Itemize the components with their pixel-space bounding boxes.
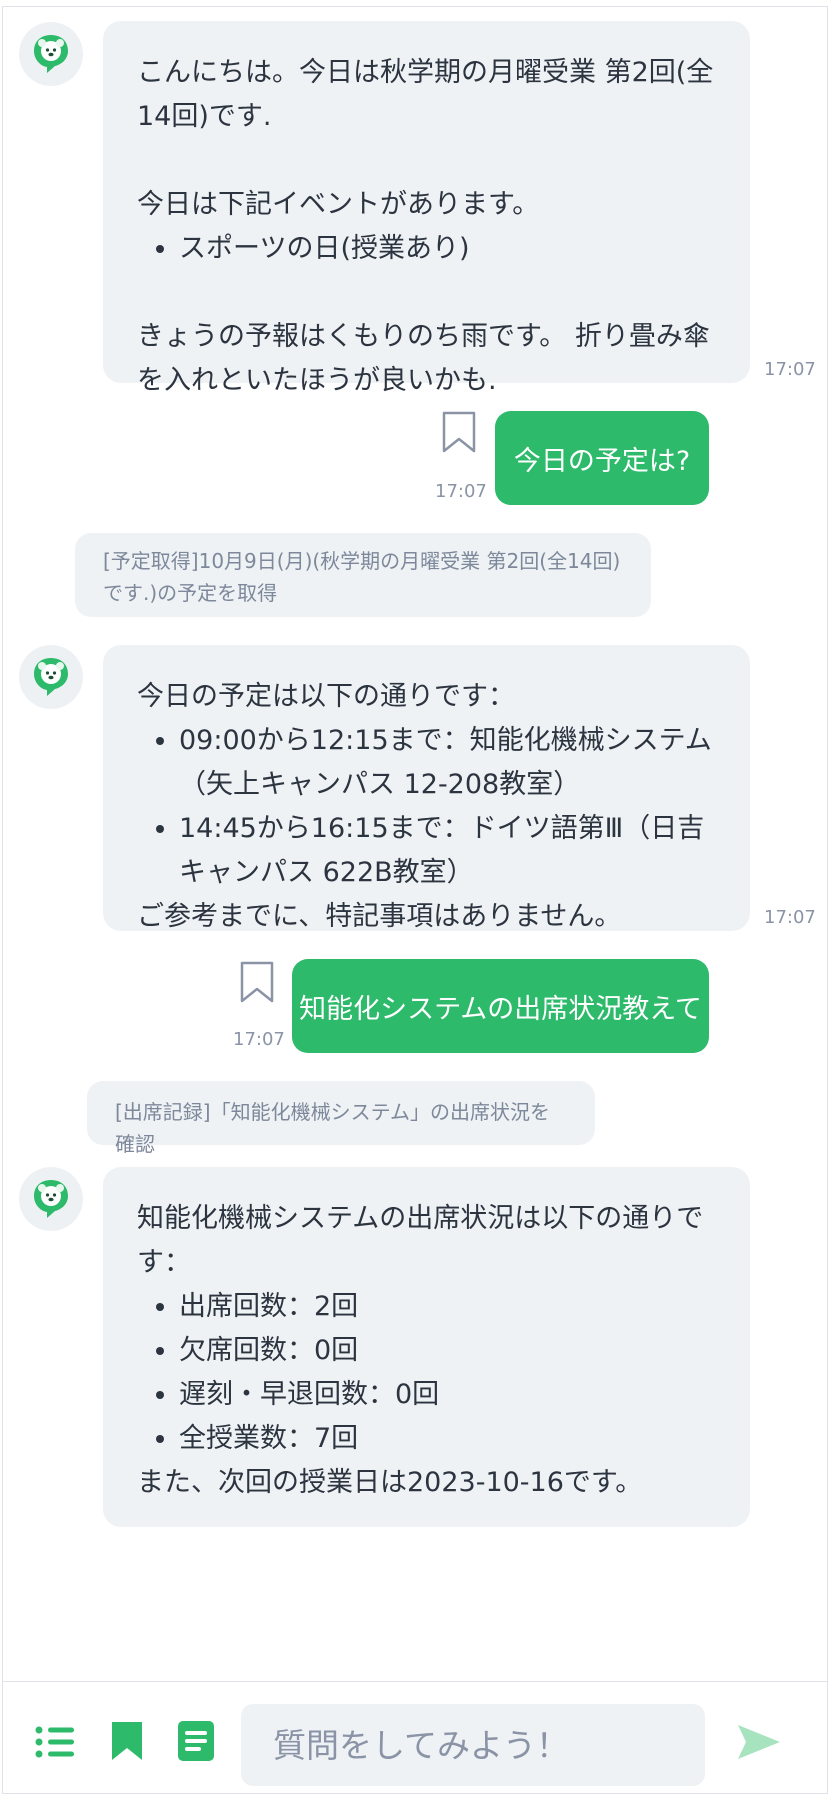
user-message: 今日の予定は? bbox=[495, 411, 709, 505]
list-item: 14:45から16:15まで：ドイツ語第Ⅲ（日吉キャンパス 622B教室） bbox=[179, 807, 716, 895]
list-item: 全授業数：7回 bbox=[179, 1417, 716, 1461]
chat-screen: こんにちは。今日は秋学期の月曜受業 第2回(全14回)です. 今日は下記イベント… bbox=[2, 6, 828, 1794]
bot-message: 今日の予定は以下の通りです： 09:00から12:15まで：知能化機械システム（… bbox=[103, 645, 750, 932]
list-item: 欠席回数：0回 bbox=[179, 1329, 716, 1373]
bot-message: こんにちは。今日は秋学期の月曜受業 第2回(全14回)です. 今日は下記イベント… bbox=[103, 21, 750, 396]
question-input[interactable] bbox=[241, 1704, 705, 1786]
list-item: 出席回数：2回 bbox=[179, 1285, 716, 1329]
message-text: 今日の予定は以下の通りです： bbox=[137, 681, 515, 712]
bot-avatar-icon bbox=[19, 22, 83, 86]
send-icon[interactable] bbox=[735, 1722, 783, 1762]
schedule-list: 09:00から12:15まで：知能化機械システム（矢上キャンパス 12-208教… bbox=[137, 719, 716, 895]
bookmark-icon[interactable] bbox=[441, 411, 477, 453]
message-text: ご参考までに、特記事項はありません。 bbox=[137, 901, 622, 932]
list-icon[interactable] bbox=[33, 1722, 77, 1762]
bookmark-filled-icon[interactable] bbox=[109, 1720, 145, 1762]
message-text: こんにちは。今日は秋学期の月曜受業 第2回(全14回)です. bbox=[137, 57, 714, 132]
message-text: 今日は下記イベントがあります。 bbox=[137, 189, 540, 220]
attendance-list: 出席回数：2回 欠席回数：0回 遅刻・早退回数：0回 全授業数：7回 bbox=[137, 1285, 716, 1461]
timestamp: 17:07 bbox=[764, 907, 816, 928]
user-message: 知能化システムの出席状況教えて bbox=[292, 959, 709, 1053]
bot-avatar-icon bbox=[19, 1167, 83, 1231]
list-item: 09:00から12:15まで：知能化機械システム（矢上キャンパス 12-208教… bbox=[179, 719, 716, 807]
list-item: 遅刻・早退回数：0回 bbox=[179, 1373, 716, 1417]
timestamp: 17:07 bbox=[435, 481, 487, 502]
system-note: [出席記録]「知能化機械システム」の出席状況を確認 bbox=[87, 1081, 595, 1156]
bookmark-icon[interactable] bbox=[239, 961, 275, 1003]
message-text: また、次回の授業日は2023-10-16です。 bbox=[137, 1467, 643, 1498]
system-note: [予定取得]10月9日(月)(秋学期の月曜受業 第2回(全14回)です.)の予定… bbox=[75, 533, 651, 617]
event-list: スポーツの日(授業あり) bbox=[137, 227, 716, 271]
timestamp: 17:07 bbox=[764, 359, 816, 380]
bot-message: 知能化機械システムの出席状況は以下の通りです： 出席回数：2回 欠席回数：0回 … bbox=[103, 1167, 750, 1527]
message-text: きょうの予報はくもりのち雨です。 折り畳み傘を入れといたほうが良いかも. bbox=[137, 321, 710, 396]
bot-avatar-icon bbox=[19, 645, 83, 709]
composer-bar bbox=[3, 1681, 827, 1793]
list-item: スポーツの日(授業あり) bbox=[179, 227, 716, 271]
message-text: 知能化機械システムの出席状況は以下の通りです： bbox=[137, 1203, 704, 1278]
notes-icon[interactable] bbox=[177, 1720, 215, 1762]
timestamp: 17:07 bbox=[233, 1029, 285, 1050]
